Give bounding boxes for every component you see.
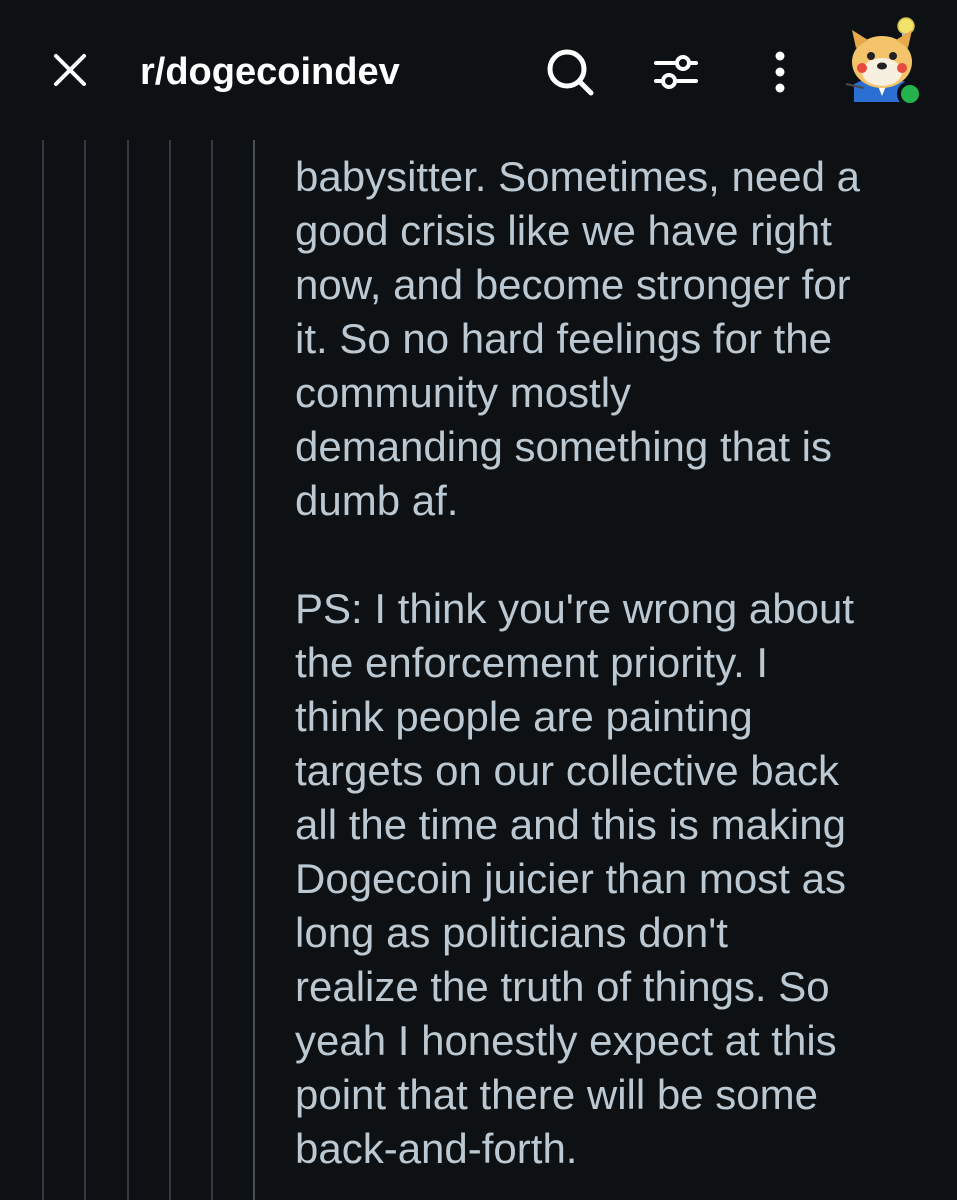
filter-button[interactable] (648, 44, 704, 100)
thread-line-5[interactable] (211, 140, 213, 1200)
search-icon (547, 49, 594, 96)
comment-paragraph-1: babysitter. Sometimes, need a good crisi… (295, 153, 860, 524)
thread-line-1[interactable] (42, 140, 44, 1200)
user-avatar[interactable] (838, 14, 926, 107)
filter-icon (654, 55, 698, 89)
thread-line-6[interactable] (253, 140, 255, 1200)
thread-line-4[interactable] (169, 140, 171, 1200)
more-options-button[interactable] (760, 44, 800, 100)
subreddit-title[interactable]: r/dogecoindev (140, 44, 400, 100)
search-button[interactable] (542, 44, 598, 100)
close-button[interactable] (44, 44, 96, 96)
thread-line-3[interactable] (127, 140, 129, 1200)
thread-line-2[interactable] (84, 140, 86, 1200)
more-vertical-icon (775, 51, 785, 93)
top-app-bar: r/dogecoindev (0, 0, 957, 140)
comment-paragraph-2: PS: I think you're wrong about the enfor… (295, 585, 855, 1172)
avatar-icon (845, 17, 923, 107)
close-icon (54, 54, 86, 86)
comment-body: babysitter. Sometimes, need a good crisi… (295, 150, 935, 1176)
